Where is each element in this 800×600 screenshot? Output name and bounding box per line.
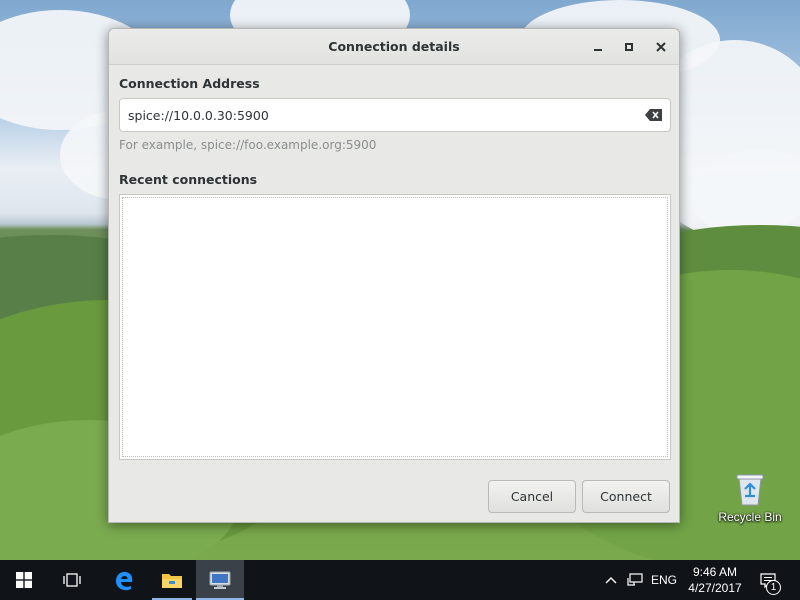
connection-address-hint: For example, spice://foo.example.org:590…: [119, 138, 377, 152]
backspace-clear-icon: [645, 109, 662, 121]
minimize-button[interactable]: [587, 36, 609, 58]
recycle-bin-label: Recycle Bin: [718, 510, 782, 524]
dialog-titlebar[interactable]: Connection details: [109, 29, 679, 65]
chevron-up-icon: [605, 577, 617, 584]
edge-browser-icon: [116, 571, 133, 591]
network-icon: [627, 573, 643, 586]
start-button[interactable]: [0, 560, 48, 600]
clock-time: 9:46 AM: [692, 565, 738, 579]
close-button[interactable]: [650, 36, 672, 58]
maximize-icon: [625, 43, 633, 51]
connection-details-dialog: Connection details Connection Address sp…: [108, 28, 680, 523]
close-icon: [656, 42, 666, 52]
file-explorer-icon: [162, 574, 182, 588]
network-button[interactable]: [624, 560, 646, 600]
edge-browser-button[interactable]: [100, 560, 148, 600]
notification-count-badge: 1: [766, 580, 781, 595]
connect-button[interactable]: Connect: [582, 480, 670, 513]
desktop-icon-recycle-bin[interactable]: Recycle Bin: [712, 470, 788, 528]
clock-date: 4/27/2017: [688, 581, 742, 595]
windows-start-icon: [16, 572, 32, 588]
task-view-button[interactable]: [48, 560, 96, 600]
remote-viewer-icon: [209, 571, 231, 589]
remote-viewer-taskbar-button[interactable]: [196, 560, 244, 600]
file-explorer-button[interactable]: [148, 560, 196, 600]
recycle-bin-icon: [735, 472, 765, 506]
connection-address-input[interactable]: spice://10.0.0.30:5900: [119, 98, 671, 132]
recent-connections-focus-outline: [122, 197, 668, 457]
recent-connections-label: Recent connections: [119, 172, 258, 187]
taskbar: ENG 9:46 AM 4/27/2017 1: [0, 560, 800, 600]
recent-connections-list[interactable]: [119, 194, 671, 460]
task-view-icon: [63, 573, 81, 587]
cancel-button[interactable]: Cancel: [488, 480, 576, 513]
minimize-icon: [594, 49, 602, 51]
clear-address-button[interactable]: [645, 109, 662, 121]
connection-address-label: Connection Address: [119, 76, 260, 91]
connection-address-value[interactable]: spice://10.0.0.30:5900: [128, 108, 269, 123]
taskbar-clock[interactable]: 9:46 AM 4/27/2017: [680, 564, 750, 596]
show-hidden-icons-button[interactable]: [600, 560, 622, 600]
input-language-indicator[interactable]: ENG: [648, 560, 680, 600]
maximize-button[interactable]: [618, 36, 640, 58]
